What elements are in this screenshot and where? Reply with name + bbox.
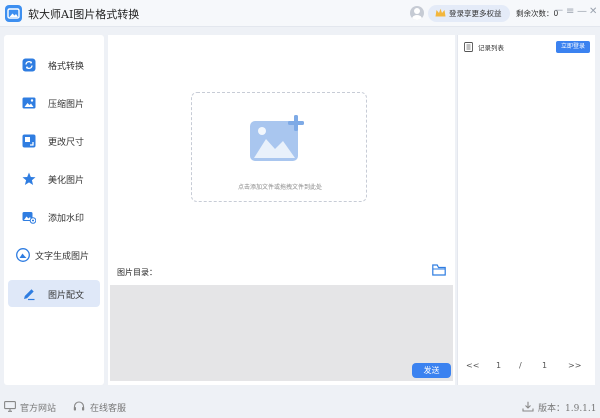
footer: 官方网站 在线客服 版本：1.9.1.1 bbox=[0, 395, 600, 418]
sidebar-item-beautify[interactable]: 美化图片 bbox=[8, 165, 100, 192]
user-avatar-icon[interactable] bbox=[410, 6, 424, 20]
sidebar-item-label: 文字生成图片 bbox=[35, 252, 90, 262]
login-now-button[interactable]: 立即登录 bbox=[556, 41, 590, 53]
sidebar: 格式转换 压缩图片 更改尺寸 美化图片 添加水印 文字生成图片 图片配文 bbox=[4, 35, 104, 385]
online-service-link[interactable]: 在线客服 bbox=[90, 401, 126, 414]
sidebar-item-label: 美化图片 bbox=[48, 176, 85, 186]
sidebar-item-label: 压缩图片 bbox=[48, 100, 85, 110]
app-title: 软大师AI图片格式转换 bbox=[28, 8, 140, 21]
folder-icon[interactable] bbox=[432, 264, 446, 276]
headset-icon bbox=[73, 401, 85, 411]
sidebar-item-watermark[interactable]: 添加水印 bbox=[8, 203, 100, 230]
close-icon[interactable]: ✕ bbox=[589, 6, 597, 18]
minimize-mode-icon[interactable]: － bbox=[554, 6, 564, 18]
sidebar-item-format-convert[interactable]: 格式转换 bbox=[8, 51, 100, 78]
sidebar-item-text-to-image[interactable]: 文字生成图片 bbox=[8, 241, 100, 268]
title-bar: 软大师AI图片格式转换 登录享更多权益 剩余次数：0 － ≡ — ✕ bbox=[0, 0, 600, 27]
convert-icon bbox=[22, 58, 36, 72]
text-to-image-icon bbox=[16, 248, 30, 262]
watermark-icon bbox=[22, 212, 36, 224]
image-list-area[interactable] bbox=[110, 285, 453, 381]
pager-separator: / bbox=[519, 361, 522, 370]
vip-login-button[interactable]: 登录享更多权益 bbox=[428, 5, 510, 22]
monitor-icon bbox=[4, 401, 16, 412]
drop-hint: 点击添加文件或拖拽文件到此处 bbox=[237, 184, 322, 191]
sidebar-item-compress[interactable]: 压缩图片 bbox=[8, 89, 100, 116]
resize-icon bbox=[22, 134, 36, 148]
official-website-link[interactable]: 官方网站 bbox=[20, 401, 56, 414]
pager-last-button[interactable]: >> bbox=[568, 361, 581, 371]
records-title: 记录列表 bbox=[478, 44, 504, 52]
add-image-icon bbox=[250, 115, 304, 161]
records-panel: 记录列表 立即登录 << 1 / 1 >> bbox=[457, 35, 595, 385]
sidebar-item-label: 添加水印 bbox=[48, 214, 85, 224]
compress-icon bbox=[22, 97, 36, 109]
pager-current-page: 1 bbox=[496, 361, 502, 370]
pager-first-button[interactable]: << bbox=[466, 361, 479, 371]
remaining-count: 剩余次数：0 bbox=[516, 9, 559, 18]
file-dropzone[interactable]: 点击添加文件或拖拽文件到此处 bbox=[191, 92, 367, 202]
image-directory-label: 图片目录： bbox=[117, 268, 157, 277]
sidebar-item-resize[interactable]: 更改尺寸 bbox=[8, 127, 100, 154]
app-logo-icon bbox=[5, 5, 22, 22]
vip-text: 登录享更多权益 bbox=[449, 9, 502, 18]
crown-icon bbox=[435, 8, 446, 17]
record-list-icon bbox=[464, 42, 473, 52]
minimize-icon[interactable]: — bbox=[577, 6, 587, 18]
sidebar-item-label: 更改尺寸 bbox=[48, 138, 85, 148]
beautify-icon bbox=[22, 172, 36, 185]
sidebar-item-label: 格式转换 bbox=[48, 62, 85, 72]
send-button[interactable]: 发送 bbox=[412, 363, 451, 378]
main-panel: 点击添加文件或拖拽文件到此处 图片目录： 发送 bbox=[108, 35, 455, 385]
download-icon bbox=[522, 401, 534, 412]
sidebar-item-label: 图片配文 bbox=[48, 291, 85, 301]
pen-icon bbox=[24, 289, 35, 301]
sidebar-item-image-caption[interactable]: 图片配文 bbox=[8, 280, 100, 307]
pager-total-pages: 1 bbox=[542, 361, 548, 370]
version-label: 版本：1.9.1.1 bbox=[538, 404, 597, 414]
menu-icon[interactable]: ≡ bbox=[566, 6, 574, 18]
